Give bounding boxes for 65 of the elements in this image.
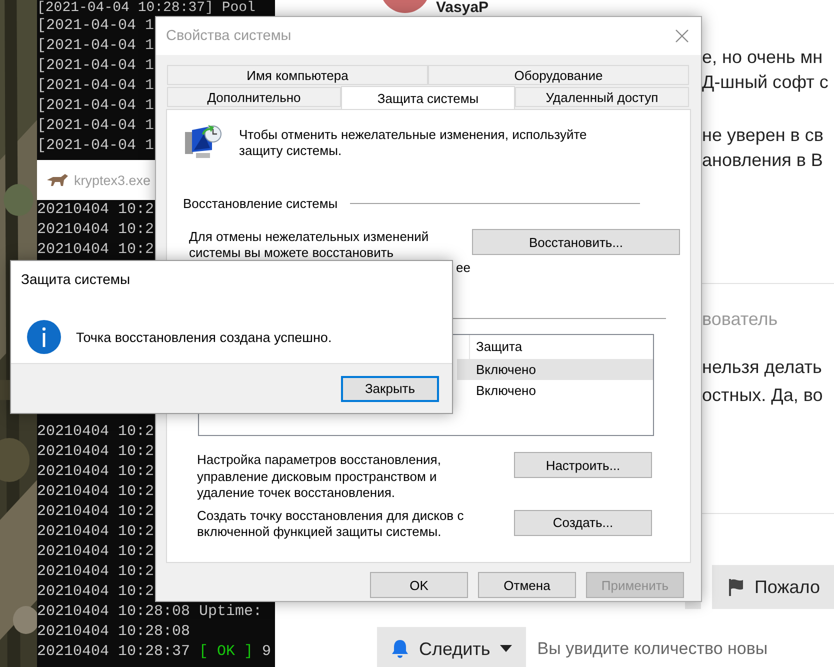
action-text: Создать точку восстановления для дисков с включенной функцией защиты системы. (197, 508, 465, 540)
report-button[interactable]: Пожало (712, 565, 834, 609)
terminal-line: [2021-04-04 10:28:37] Pool (37, 0, 256, 16)
post-text: ановления в В (702, 149, 824, 172)
follow-button[interactable]: Следить (377, 627, 526, 667)
terminal-line: [2021-04-04 1 (37, 56, 154, 76)
intro-text: Чтобы отменить нежелательные изменения, используйте защиту системы. (239, 127, 588, 160)
column-header[interactable]: Защита (470, 335, 522, 359)
post-text: е, но очень мн (702, 46, 824, 69)
terminal-line: 20210404 10:28:08 (37, 622, 190, 642)
bell-icon (391, 639, 409, 659)
follow-hint: Вы увидите количество новы (537, 639, 768, 659)
computer-clock-icon (184, 124, 222, 160)
terminal-line: 20210404 10:2 (37, 562, 154, 582)
terminal-line: [2021-04-04 1 (37, 36, 154, 56)
tab[interactable]: Оборудование (428, 65, 689, 85)
terminal-line: [2021-04-04 1 (37, 76, 154, 96)
window-title: kryptex3.exe (74, 172, 151, 188)
tab[interactable]: Защита системы (341, 86, 515, 109)
dialog-button[interactable]: Отмена (478, 572, 576, 598)
message-text: Точка восстановления создана успешно. (76, 330, 332, 344)
terminal-line: 20210404 10:2 (37, 582, 154, 602)
restore-text-fragment: ее (456, 260, 470, 276)
user-role: вователь (702, 308, 779, 331)
post-text: нельзя делать (702, 356, 823, 379)
dialog-button[interactable]: OK (370, 572, 468, 598)
create-button[interactable]: Создать... (514, 510, 652, 536)
terminal-line: 20210404 10:28:37 [ OK ] 9 (37, 642, 272, 662)
tab[interactable]: Дополнительно (167, 87, 341, 107)
terminal-line: 20210404 10:28:08 Uptime: (37, 602, 262, 622)
tab[interactable]: Имя компьютера (167, 65, 428, 85)
animal-icon (45, 172, 69, 188)
configure-button[interactable]: Настроить... (514, 452, 652, 478)
terminal-line: [2021-04-04 1 (37, 96, 154, 116)
table-cell-text: Включено (475, 382, 536, 400)
terminal-line: [2021-04-04 1 (37, 16, 154, 36)
post-text: Д-шный софт с (702, 71, 830, 94)
tab[interactable]: Удаленный доступ (515, 87, 689, 107)
window-title: Защита системы (20, 270, 132, 289)
post-text: остных. Да, во (702, 384, 824, 407)
terminal-line: 20210404 10:2 (37, 542, 154, 562)
restore-text: Для отмены нежелательных изменений системы вы можете восстановить (189, 229, 430, 261)
terminal-line: 20210404 10:2 (37, 422, 154, 442)
info-icon (27, 320, 61, 354)
terminal-line: [2021-04-04 1 (37, 136, 154, 156)
terminal-line: 20210404 10:2 (37, 240, 154, 260)
terminal-line: 20210404 10:2 (37, 462, 154, 482)
section-heading: Восстановление системы (183, 196, 338, 211)
terminal-line: 20210404 10:2 (37, 522, 154, 542)
restore-button[interactable]: Восстановить... (472, 229, 680, 255)
post-text: не уверен в св (702, 124, 824, 147)
terminal-line: 20210404 10:2 (37, 442, 154, 462)
caret-icon (500, 645, 512, 653)
close-icon[interactable] (675, 29, 689, 43)
table-row[interactable]: Включено (457, 359, 653, 380)
terminal-line: 20210404 10:2 (37, 220, 154, 240)
terminal-line: 20210404 10:2 (37, 482, 154, 502)
terminal-line: [2021-04-04 1 (37, 116, 154, 136)
terminal-line: 20210404 10:2 (37, 200, 154, 220)
action-text: Настройка параметров восстановления, управление дисковым пространством и удаление точек восстановления. (197, 452, 442, 502)
author-name[interactable]: VasyaP (436, 0, 489, 15)
close-button[interactable]: Закрыть (341, 376, 439, 402)
window-title: Свойства системы (166, 28, 292, 44)
table-cell-text: Включено (475, 361, 536, 379)
terminal-line: 20210404 10:2 (37, 502, 154, 522)
